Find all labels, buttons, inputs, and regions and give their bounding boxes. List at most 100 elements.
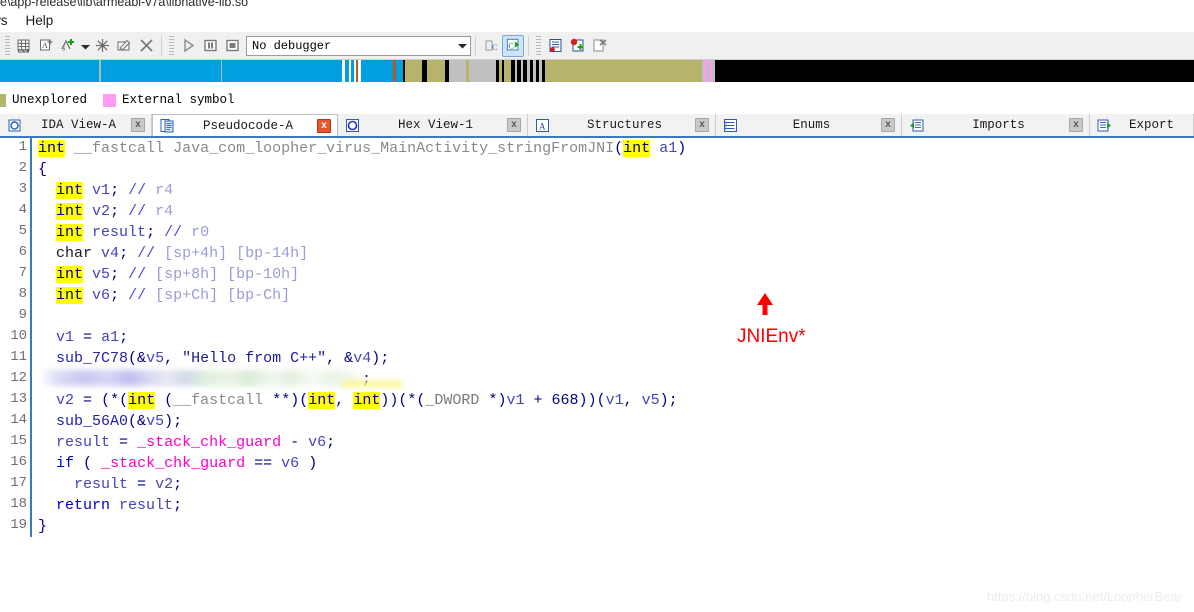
code-text: int v5; // [sp+8h] [bp-10h] [56, 266, 300, 283]
tab-pseudocode-a[interactable]: Pseudocode-A x [152, 114, 338, 136]
pseudocode-pane[interactable]: 1 int __fastcall Java_com_loopher_virus_M… [0, 138, 1194, 612]
tab-ida-view-a[interactable]: IDA View-A x [0, 114, 152, 136]
edit-function-button[interactable] [113, 35, 135, 57]
tab-hex-view-1[interactable]: Hex View-1 x [338, 114, 528, 136]
code-text: int v1; // r4 [56, 182, 174, 199]
navigator-segment[interactable] [448, 60, 466, 82]
close-x-icon [138, 37, 155, 54]
code-line[interactable]: 6 char v4; // [sp+4h] [bp-14h] [0, 243, 687, 264]
code-line[interactable]: 2{ [0, 159, 687, 180]
breakpoint-clear-icon [591, 37, 608, 54]
code-line[interactable]: 13 v2 = (*(int (__fastcall **)(int, int)… [0, 390, 687, 411]
tab-label: Structures [586, 118, 662, 132]
navigator-segment[interactable] [395, 60, 403, 82]
tab-structures[interactable]: A Structures x [528, 114, 716, 136]
svg-text:C: C [508, 41, 514, 51]
delete-button[interactable] [135, 35, 157, 57]
code-line[interactable]: 4 int v2; // r4 [0, 201, 687, 222]
line-number: 16 [10, 454, 27, 470]
code-text: int v2; // r4 [56, 203, 174, 220]
code-line[interactable]: 19} [0, 516, 687, 537]
code-text: return result; [56, 497, 183, 514]
breakpoint-list-button[interactable] [544, 35, 566, 57]
line-number: 14 [10, 412, 27, 428]
data-table-icon: DATA [16, 37, 33, 54]
close-icon[interactable]: x [1069, 118, 1083, 132]
navigator-segment[interactable] [360, 60, 394, 82]
close-icon[interactable]: x [317, 118, 331, 133]
toolbar-grip[interactable] [5, 35, 10, 56]
close-icon[interactable]: x [507, 118, 521, 132]
navigator-segment[interactable] [468, 60, 496, 82]
breakpoint-add-icon [569, 37, 586, 54]
ida-view-icon [6, 117, 22, 133]
navigator-legend: Unexplored External symbol [0, 90, 1194, 110]
pause-button[interactable] [199, 35, 221, 57]
decompile-all-button[interactable]: C [502, 34, 524, 57]
line-number: 9 [18, 307, 27, 323]
line-number: 15 [10, 433, 27, 449]
struct-dropdown-button[interactable] [79, 35, 91, 57]
menu-item-help[interactable]: Help [17, 10, 63, 32]
code-line[interactable]: 17 result = v2; [0, 474, 687, 495]
code-line[interactable]: 7 int v5; // [sp+8h] [bp-10h] [0, 264, 687, 285]
chevron-down-icon[interactable] [454, 43, 470, 49]
line-number: 8 [18, 286, 27, 302]
navigator-segment[interactable] [714, 60, 1194, 82]
menu-item-windows[interactable]: ws [0, 10, 17, 32]
code-text: int result; // r0 [56, 224, 210, 241]
navigator-segment[interactable] [100, 60, 221, 82]
navigator-band[interactable] [0, 60, 1194, 82]
tab-label: IDA View-A [40, 118, 116, 132]
code-line[interactable]: 10 v1 = a1; [0, 327, 687, 348]
line-number: 17 [10, 475, 27, 491]
tab-imports[interactable]: Imports x [902, 114, 1090, 136]
tab-label: Imports [972, 118, 1025, 132]
window-title: e\app-release\lib\armeabi-v7a\libnative-… [0, 0, 249, 9]
navigator-segment[interactable] [405, 60, 423, 82]
navigator-band-container [0, 60, 1194, 82]
code-line[interactable]: 8 int v6; // [sp+Ch] [bp-Ch] [0, 285, 687, 306]
clear-breakpoints-button[interactable] [588, 35, 610, 57]
run-button[interactable] [177, 35, 199, 57]
navigator-segment[interactable] [0, 60, 100, 82]
code-text: char v4; // [sp+4h] [bp-14h] [56, 245, 309, 262]
navigator-segment[interactable] [426, 60, 445, 82]
code-text: sub_7C78(&v5, "Hello from C++", &v4); [56, 350, 390, 367]
code-line[interactable]: 18 return result; [0, 495, 687, 516]
new-ascii-button[interactable]: A [35, 35, 57, 57]
tab-label: Hex View-1 [397, 118, 473, 132]
tab-enums[interactable]: Enums x [716, 114, 902, 136]
toolbar-grip-3[interactable] [536, 35, 541, 56]
navigator-segment[interactable] [222, 60, 343, 82]
imports-icon [908, 117, 924, 133]
code-line[interactable]: 1 int __fastcall Java_com_loopher_virus_M… [0, 138, 687, 159]
stop-button[interactable] [221, 35, 243, 57]
new-data-button[interactable]: DATA [13, 35, 35, 57]
close-icon[interactable]: x [881, 118, 895, 132]
line-number: 3 [18, 181, 27, 197]
decompile-button[interactable]: C [480, 35, 502, 57]
close-icon[interactable]: x [695, 118, 709, 132]
code-text: ; [32, 369, 687, 390]
code-line[interactable]: 15 result = _stack_chk_guard - v6; [0, 432, 687, 453]
code-line[interactable]: 3 int v1; // r4 [0, 180, 687, 201]
debugger-select[interactable]: No debugger [246, 35, 471, 56]
toolbar-grip-2[interactable] [169, 35, 174, 56]
code-line[interactable]: 14 sub_56A0(&v5); [0, 411, 687, 432]
tab-export[interactable]: Export [1090, 114, 1194, 136]
menu-bar: ws Help [0, 10, 1194, 32]
close-icon[interactable]: x [131, 118, 145, 132]
code-line[interactable]: 12; [0, 369, 687, 390]
code-line[interactable]: 11 sub_7C78(&v5, "Hello from C++", &v4); [0, 348, 687, 369]
new-struct-button[interactable]: S [57, 35, 79, 57]
navigator-segment[interactable] [504, 60, 512, 82]
add-breakpoint-button[interactable] [566, 35, 588, 57]
code-line[interactable]: 5 int result; // r0 [0, 222, 687, 243]
reanalyze-button[interactable] [91, 35, 113, 57]
code-line[interactable]: 9 [0, 306, 687, 327]
stop-icon [224, 37, 241, 54]
play-icon [180, 37, 197, 54]
code-line[interactable]: 16 if ( _stack_chk_guard == v6 ) [0, 453, 687, 474]
navigator-segment[interactable] [545, 60, 702, 82]
